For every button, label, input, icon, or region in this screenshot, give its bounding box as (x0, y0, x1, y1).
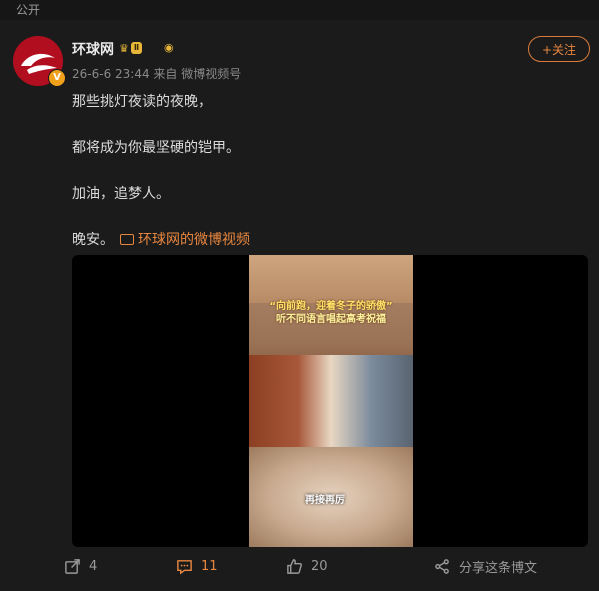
video-caption-line2: 听不同语言唱起高考祝福 (276, 314, 386, 325)
like-count: 20 (311, 558, 328, 574)
forward-count: 4 (89, 558, 98, 574)
follow-button[interactable]: +关注 (528, 36, 590, 62)
comment-button[interactable]: 11 (176, 553, 218, 579)
video-corridor (249, 355, 413, 447)
forward-icon (65, 558, 80, 574)
like-button[interactable]: 20 (286, 553, 328, 579)
video-source-link[interactable]: 环球网的微博视频 (120, 229, 250, 249)
video-sky (249, 255, 413, 303)
vip-crown-icon: ♛ (119, 41, 129, 55)
video-icon (120, 233, 134, 245)
top-bar: 公开 (0, 0, 599, 20)
share-button[interactable]: 分享这条博文 (434, 553, 537, 579)
post-meta: 26-6-6 23:44 来自 微博视频号 (72, 67, 242, 81)
action-bar: 4 11 20 分享这条博文 (0, 553, 599, 579)
post-line: 加油，追梦人。 (72, 186, 170, 202)
video-watermark: 再接再厉 (305, 495, 345, 506)
verified-icon: V (48, 69, 66, 87)
video-player[interactable]: “向前跑，迎着冬子的骄傲” 听不同语言唱起高考祝福 再接再厉 (72, 255, 588, 547)
forward-button[interactable]: 4 (64, 553, 97, 579)
vip-badge[interactable]: ♛ Ⅱ (119, 41, 143, 55)
share-label: 分享这条博文 (459, 560, 538, 576)
video-source-label: 环球网的微博视频 (138, 232, 250, 248)
video-frame: “向前跑，迎着冬子的骄傲” 听不同语言唱起高考祝福 再接再厉 (249, 255, 413, 547)
post-line: 都将成为你最坚硬的铠甲。 (72, 140, 240, 156)
visibility-label: 公开 (16, 3, 41, 17)
fan-badge-icon[interactable]: ◉ (164, 41, 174, 54)
like-icon (287, 558, 303, 574)
author-name[interactable]: 环球网 (72, 39, 114, 59)
vip-level: Ⅱ (130, 42, 143, 54)
share-icon (435, 558, 449, 574)
comment-icon (177, 559, 192, 575)
comment-count: 11 (201, 558, 218, 574)
post-line: 那些挑灯夜读的夜晚， (72, 94, 212, 110)
post-line: 晚安。 (72, 232, 114, 248)
